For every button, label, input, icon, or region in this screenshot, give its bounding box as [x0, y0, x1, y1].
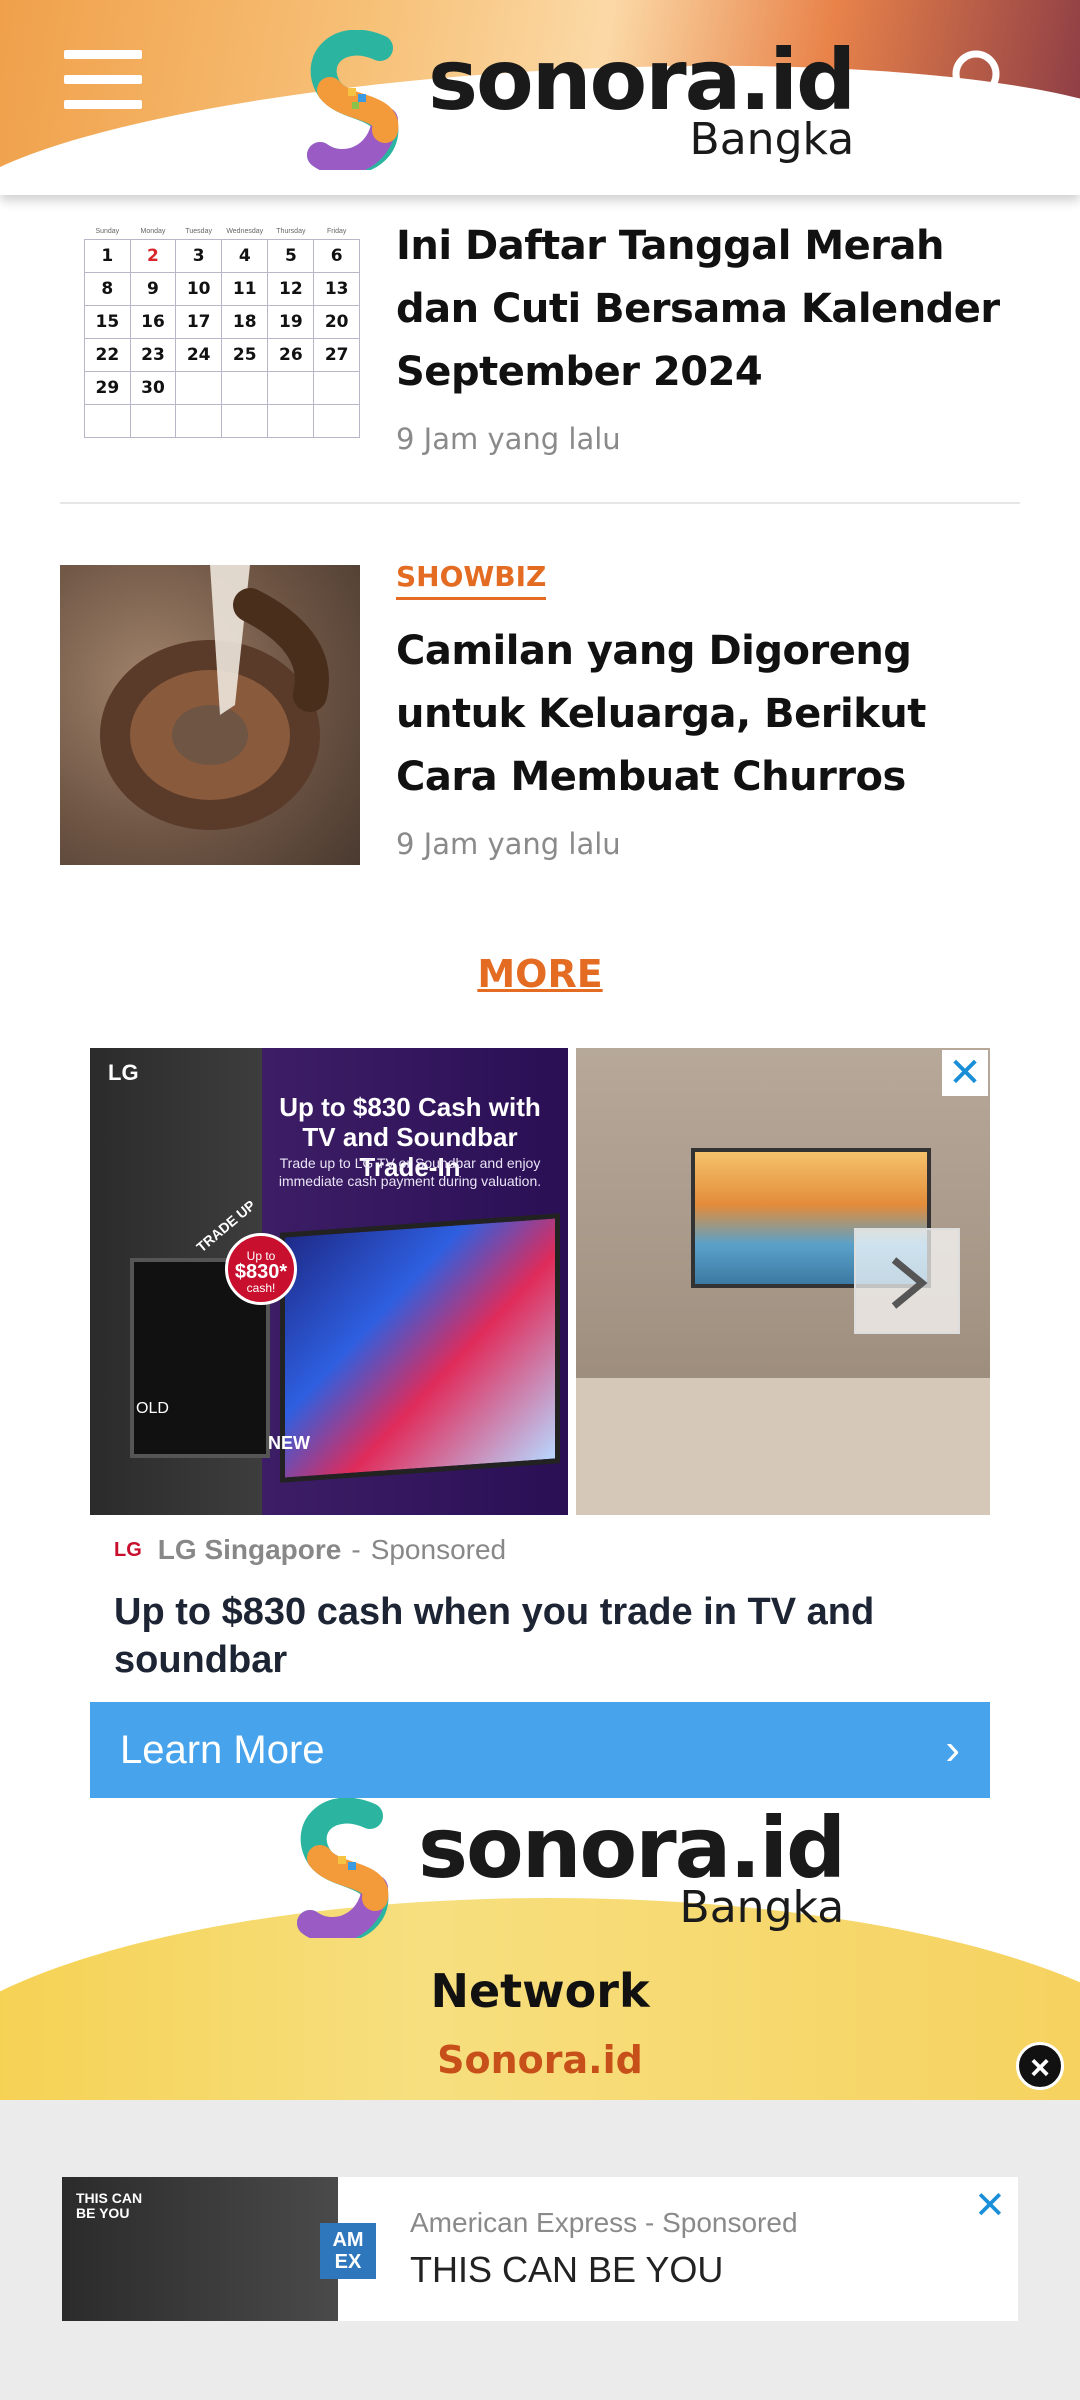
calendar-day-cell: 30 — [129, 370, 177, 405]
calendar-day-cell — [313, 370, 360, 405]
ad-title[interactable]: Up to $830 cash when you trade in TV and… — [114, 1588, 974, 1684]
calendar-day-cell: 19 — [267, 304, 315, 339]
cash-badge-bottom: cash! — [246, 1281, 276, 1295]
calendar-day-cell: 11 — [221, 271, 269, 306]
calendar-day-cell: 1 — [84, 238, 131, 273]
calendar-day-cell — [221, 403, 269, 438]
ad-image-brand: LG — [108, 1060, 139, 1085]
article-divider — [60, 502, 1020, 504]
sticky-ad-image-text: THIS CAN BE YOU — [76, 2190, 143, 2221]
calendar-grid: Sunday Monday Tuesday Wednesday Thursday Frid… — [84, 225, 360, 438]
calendar-day-cell: 13 — [313, 271, 360, 306]
sticky-ad-bar: THIS CAN BE YOU AM EX American Express -… — [0, 2100, 1080, 2400]
close-circle-icon[interactable]: × — [1016, 2042, 1064, 2090]
calendar-day-cell: 22 — [84, 337, 131, 372]
logo-brand-text: sonora.id — [428, 31, 856, 129]
ad-close-icon[interactable]: ✕ — [942, 1050, 988, 1096]
cash-badge: Up to $830* cash! — [225, 1233, 297, 1305]
calendar-day-cell — [175, 403, 223, 438]
ad-image-primary[interactable]: LG Up to $830 Cash with TV and Soundbar … — [90, 1048, 568, 1515]
calendar-day-cell: 6 — [313, 238, 360, 273]
calendar-day-cell: 15 — [84, 304, 131, 339]
sofa-illustration — [576, 1378, 990, 1515]
article-time: 9 Jam yang lalu — [396, 422, 621, 456]
ad-image-subtext: Trade up to LG TV or Soundbar and enjoy … — [278, 1155, 542, 1189]
article-item[interactable]: Sunday Monday Tuesday Wednesday Thursday Frid… — [60, 195, 1020, 495]
sticky-ad-meta: American Express - Sponsored — [410, 2207, 798, 2238]
article-title[interactable]: Camilan yang Digoreng untuk Keluarga, Be… — [396, 620, 1016, 809]
calendar-day-cell — [84, 403, 131, 438]
calendar-day-cell: 20 — [313, 304, 360, 339]
article-thumbnail-churros[interactable] — [60, 565, 360, 865]
new-tv-illustration — [280, 1213, 560, 1483]
calendar-day-cell: 3 — [175, 238, 223, 273]
more-link-container: MORE — [0, 952, 1080, 996]
lg-logo-icon: LG — [114, 1538, 142, 1561]
calendar-day-cell — [129, 403, 177, 438]
footer-logo[interactable]: sonora.id Bangka — [290, 1798, 846, 1944]
menu-icon[interactable] — [64, 50, 142, 110]
calendar-day-cell: 10 — [175, 271, 223, 306]
article-title[interactable]: Ini Daftar Tanggal Merah dan Cuti Bersam… — [396, 215, 1016, 404]
article-item[interactable]: SHOWBIZ Camilan yang Digoreng untuk Kelu… — [60, 560, 1020, 880]
article-time: 9 Jam yang lalu — [396, 827, 621, 861]
ad-sponsored-label: Sponsored — [370, 1534, 507, 1565]
calendar-day-cell — [175, 370, 223, 405]
old-tv-label: OLD — [136, 1400, 169, 1417]
calendar-day-cell: 16 — [129, 304, 177, 339]
ad-meta: LG LG Singapore - Sponsored — [114, 1534, 507, 1566]
calendar-day-cell: 12 — [267, 271, 315, 306]
cash-badge-value: $830* — [234, 1261, 288, 1283]
sticky-ad-sponsored: Sponsored — [662, 2207, 798, 2238]
calendar-day-cell: 5 — [267, 238, 315, 273]
chevron-right-icon: › — [945, 1725, 960, 1774]
new-tv-label: NEW — [268, 1433, 310, 1453]
calendar-day-cell: 8 — [84, 271, 131, 306]
logo-mark-icon — [300, 29, 410, 176]
learn-more-label: Learn More — [120, 1728, 325, 1772]
calendar-day-cell: 23 — [129, 337, 177, 372]
calendar-day-cell — [267, 370, 315, 405]
calendar-day-cell: 26 — [267, 337, 315, 372]
sponsored-ad[interactable]: LG Up to $830 Cash with TV and Soundbar … — [90, 1048, 990, 1798]
calendar-day-cell — [267, 403, 315, 438]
article-thumbnail-calendar[interactable]: Sunday Monday Tuesday Wednesday Thursday Frid… — [60, 195, 360, 440]
network-heading: Network — [430, 1964, 650, 2018]
calendar-day-cell — [313, 403, 360, 438]
sticky-ad-advertiser[interactable]: American Express — [410, 2207, 637, 2238]
calendar-day-cell: 17 — [175, 304, 223, 339]
calendar-day-cell: 24 — [175, 337, 223, 372]
learn-more-button[interactable]: Learn More › — [90, 1702, 990, 1798]
logo-mark-icon — [290, 1798, 400, 1944]
calendar-day-cell: 9 — [129, 271, 177, 306]
site-logo[interactable]: sonora.id Bangka — [300, 29, 856, 176]
amex-logo-icon: AM EX — [320, 2223, 376, 2279]
calendar-day-cell: 25 — [221, 337, 269, 372]
network-link-sonora[interactable]: Sonora.id — [0, 2038, 1080, 2082]
calendar-day-cell — [221, 370, 269, 405]
chevron-right-icon — [891, 1257, 928, 1309]
search-icon[interactable] — [950, 48, 1012, 110]
site-header: sonora.id Bangka — [0, 0, 1080, 195]
article-category[interactable]: SHOWBIZ — [396, 560, 547, 600]
carousel-next-button[interactable] — [854, 1228, 960, 1334]
calendar-day-cell: 4 — [221, 238, 269, 273]
sticky-ad-card[interactable]: THIS CAN BE YOU AM EX American Express -… — [62, 2177, 1018, 2321]
calendar-day-cell: 2 — [129, 238, 177, 273]
footer-brand-text: sonora.id — [418, 1799, 846, 1897]
sticky-ad-title[interactable]: THIS CAN BE YOU — [410, 2249, 723, 2291]
calendar-day-cell: 29 — [84, 370, 131, 405]
sticky-ad-image[interactable]: THIS CAN BE YOU — [62, 2177, 338, 2321]
calendar-day-cell: 18 — [221, 304, 269, 339]
calendar-day-cell: 27 — [313, 337, 360, 372]
sticky-ad-close-icon[interactable]: ✕ — [974, 2183, 1006, 2228]
more-link[interactable]: MORE — [477, 952, 602, 996]
site-footer: sonora.id Bangka Network Sonora.id — [0, 1798, 1080, 2100]
ad-advertiser[interactable]: LG Singapore — [158, 1534, 342, 1566]
